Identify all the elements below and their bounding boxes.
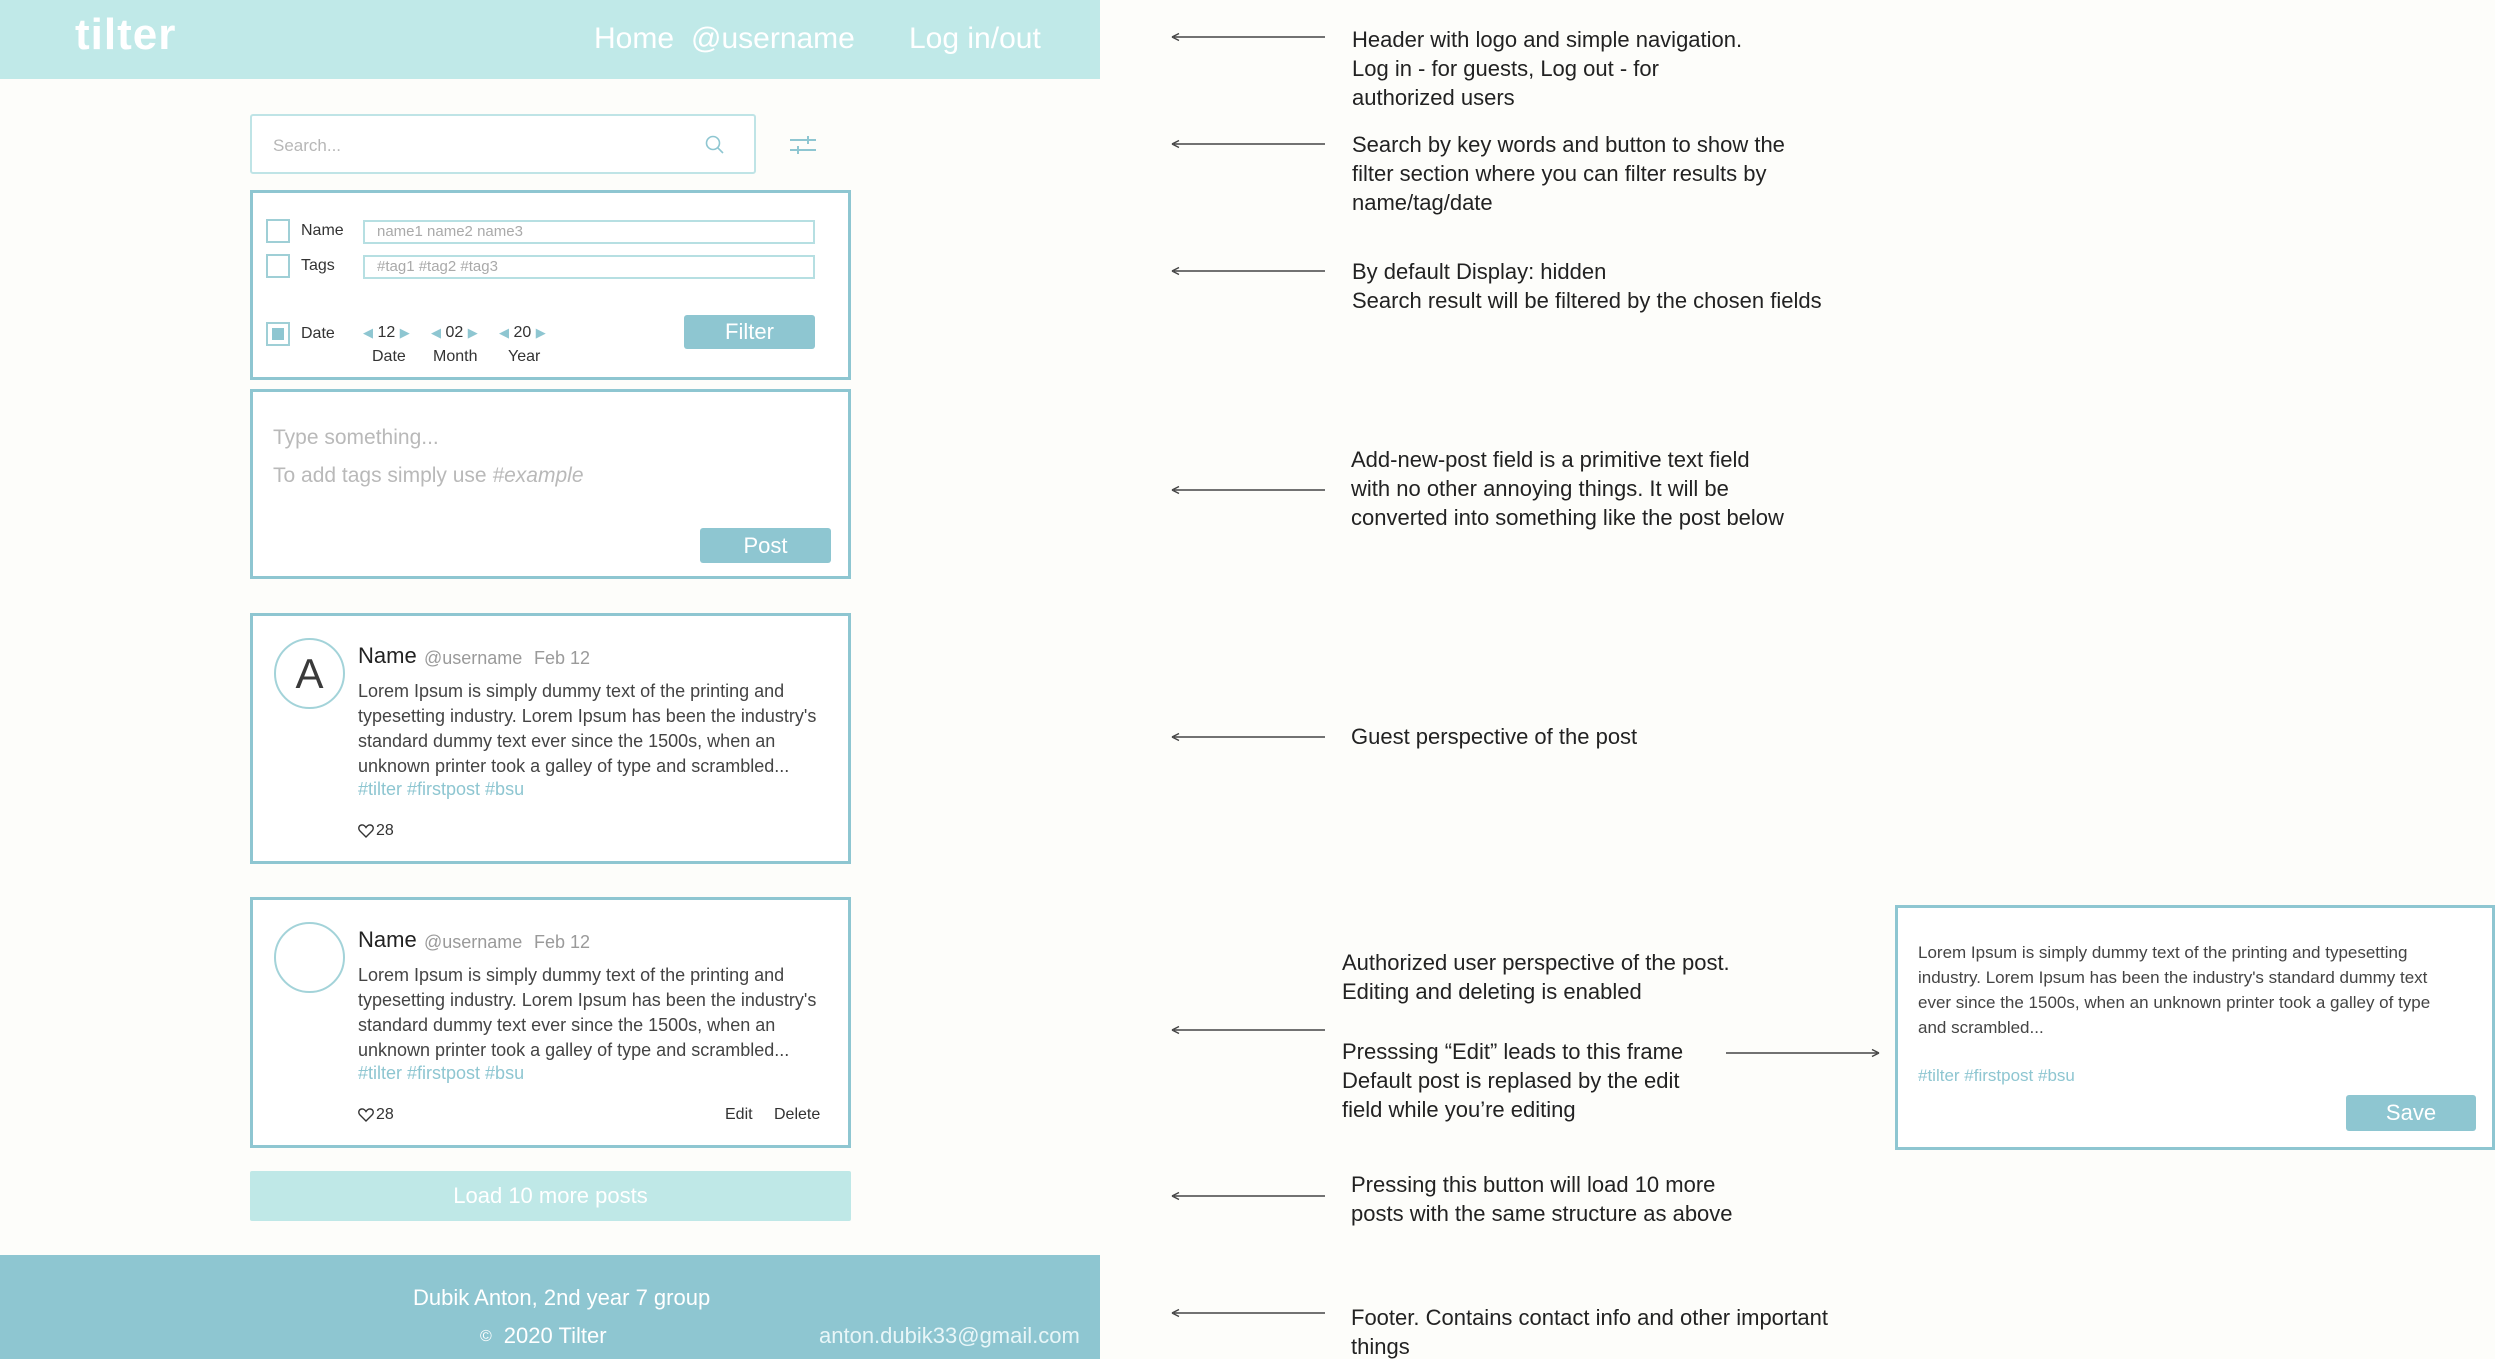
- month-value: 02: [445, 324, 464, 341]
- annotation-search: Search by key words and button to show t…: [1352, 132, 1785, 215]
- nav-home-link[interactable]: Home: [594, 22, 674, 56]
- annotation-author-post: Authorized user perspective of the post.…: [1342, 950, 1730, 1004]
- filter-toggle-icon[interactable]: [788, 132, 818, 158]
- post-button[interactable]: Post: [700, 528, 831, 563]
- arrow-left-icon: [1171, 139, 1325, 149]
- search-input[interactable]: Search...: [250, 114, 756, 174]
- arrow-left-icon: [1171, 732, 1325, 742]
- new-post-hint: To add tags simply use #example: [273, 464, 584, 487]
- arrow-left-icon: [1171, 485, 1325, 495]
- day-stepper[interactable]: ◀ 12 ▶: [363, 324, 410, 342]
- annotation-filter: By default Display: hidden Search result …: [1352, 259, 1822, 313]
- heart-icon: [358, 1108, 374, 1122]
- filter-button[interactable]: Filter: [684, 315, 815, 349]
- edit-post-frame: Lorem Ipsum is simply dummy text of the …: [1895, 905, 2495, 1150]
- year-stepper[interactable]: ◀ 20 ▶: [499, 324, 546, 342]
- annotation-footer: Footer. Contains contact info and other …: [1351, 1305, 1828, 1359]
- like-button[interactable]: 28: [358, 822, 394, 840]
- post-username[interactable]: @username: [424, 648, 522, 669]
- logo[interactable]: tilter: [75, 10, 176, 60]
- like-count: 28: [376, 822, 394, 839]
- arrow-left-icon: [1171, 1308, 1325, 1318]
- post-tags[interactable]: #tilter #firstpost #bsu: [358, 1063, 524, 1084]
- nav-username-link[interactable]: @username: [691, 22, 855, 56]
- tags-filter-label: Tags: [301, 257, 335, 274]
- post-author-name[interactable]: Name: [358, 927, 417, 953]
- annotation-edit: Presssing “Edit” leads to this frame Defa…: [1342, 1039, 1684, 1122]
- triangle-left-icon[interactable]: ◀: [363, 325, 373, 340]
- month-caption: Month: [433, 348, 478, 365]
- search-icon[interactable]: [702, 132, 728, 158]
- new-post-placeholder: Type something...: [273, 426, 439, 449]
- name-filter-label: Name: [301, 222, 344, 239]
- triangle-left-icon[interactable]: ◀: [499, 325, 509, 340]
- new-post-field[interactable]: Type something... To add tags simply use…: [250, 389, 851, 579]
- nav-login-link[interactable]: Log in/out: [909, 22, 1041, 56]
- site-footer: Dubik Anton, 2nd year 7 group © 2020 Tilt…: [0, 1255, 1100, 1359]
- annotation-header: Header with logo and simple navigation. L…: [1352, 27, 1743, 110]
- post-tags[interactable]: #tilter #firstpost #bsu: [358, 779, 524, 800]
- annotation-load-more: Pressing this button will load 10 more po…: [1351, 1172, 1733, 1226]
- year-caption: Year: [508, 348, 541, 365]
- filter-panel: Name name1 name2 name3 Tags #tag1 #tag2 …: [250, 190, 851, 380]
- name-filter-field[interactable]: name1 name2 name3: [363, 220, 815, 244]
- arrow-left-icon: [1171, 266, 1325, 276]
- triangle-right-icon[interactable]: ▶: [468, 325, 478, 340]
- avatar[interactable]: A: [274, 638, 345, 709]
- arrow-left-icon: [1171, 1025, 1325, 1035]
- day-caption: Date: [372, 348, 406, 365]
- post-card-guest: A Name @username Feb 12 Lorem Ipsum is s…: [250, 613, 851, 864]
- edit-link[interactable]: Edit: [725, 1106, 753, 1124]
- edit-post-field[interactable]: Lorem Ipsum is simply dummy text of the …: [1918, 940, 2438, 1040]
- load-more-button[interactable]: Load 10 more posts: [250, 1171, 851, 1221]
- arrow-left-icon: [1171, 1191, 1325, 1201]
- site-header: tilter Home @username Log in/out: [0, 0, 1100, 79]
- footer-copyright: © 2020 Tilter: [480, 1323, 607, 1348]
- year-value: 20: [513, 324, 532, 341]
- annotation-guest-post: Guest perspective of the post: [1351, 724, 1638, 749]
- search-placeholder: Search...: [273, 136, 342, 155]
- date-checkbox[interactable]: [266, 322, 290, 346]
- annotation-new-post: Add-new-post field is a primitive text f…: [1351, 447, 1784, 530]
- post-card-author: Name @username Feb 12 Lorem Ipsum is sim…: [250, 897, 851, 1148]
- post-body: Lorem Ipsum is simply dummy text of the …: [358, 965, 817, 1060]
- date-filter-label: Date: [301, 325, 335, 342]
- tag-example: #example: [492, 464, 584, 487]
- name-checkbox[interactable]: [266, 219, 290, 243]
- arrow-right-icon: [1726, 1048, 1880, 1058]
- triangle-right-icon[interactable]: ▶: [400, 325, 410, 340]
- copyright-icon: ©: [480, 1328, 492, 1345]
- tags-checkbox[interactable]: [266, 254, 290, 278]
- footer-author: Dubik Anton, 2nd year 7 group: [413, 1285, 711, 1310]
- triangle-left-icon[interactable]: ◀: [431, 325, 441, 340]
- delete-link[interactable]: Delete: [774, 1106, 820, 1124]
- tags-filter-field[interactable]: #tag1 #tag2 #tag3: [363, 255, 815, 279]
- triangle-right-icon[interactable]: ▶: [536, 325, 546, 340]
- footer-email-link[interactable]: anton.dubik33@gmail.com: [819, 1323, 1080, 1349]
- post-author-name[interactable]: Name: [358, 643, 417, 669]
- post-body: Lorem Ipsum is simply dummy text of the …: [358, 681, 817, 776]
- like-count: 28: [376, 1106, 394, 1123]
- heart-icon: [358, 824, 374, 838]
- like-button[interactable]: 28: [358, 1106, 394, 1124]
- arrow-left-icon: [1171, 32, 1325, 42]
- month-stepper[interactable]: ◀ 02 ▶: [431, 324, 478, 342]
- post-date: Feb 12: [534, 932, 591, 952]
- avatar[interactable]: [274, 922, 345, 993]
- save-button[interactable]: Save: [2346, 1095, 2476, 1131]
- day-value: 12: [377, 324, 396, 341]
- post-username[interactable]: @username: [424, 932, 522, 953]
- post-date: Feb 12: [534, 648, 591, 668]
- edit-post-tags[interactable]: #tilter #firstpost #bsu: [1918, 1066, 2075, 1086]
